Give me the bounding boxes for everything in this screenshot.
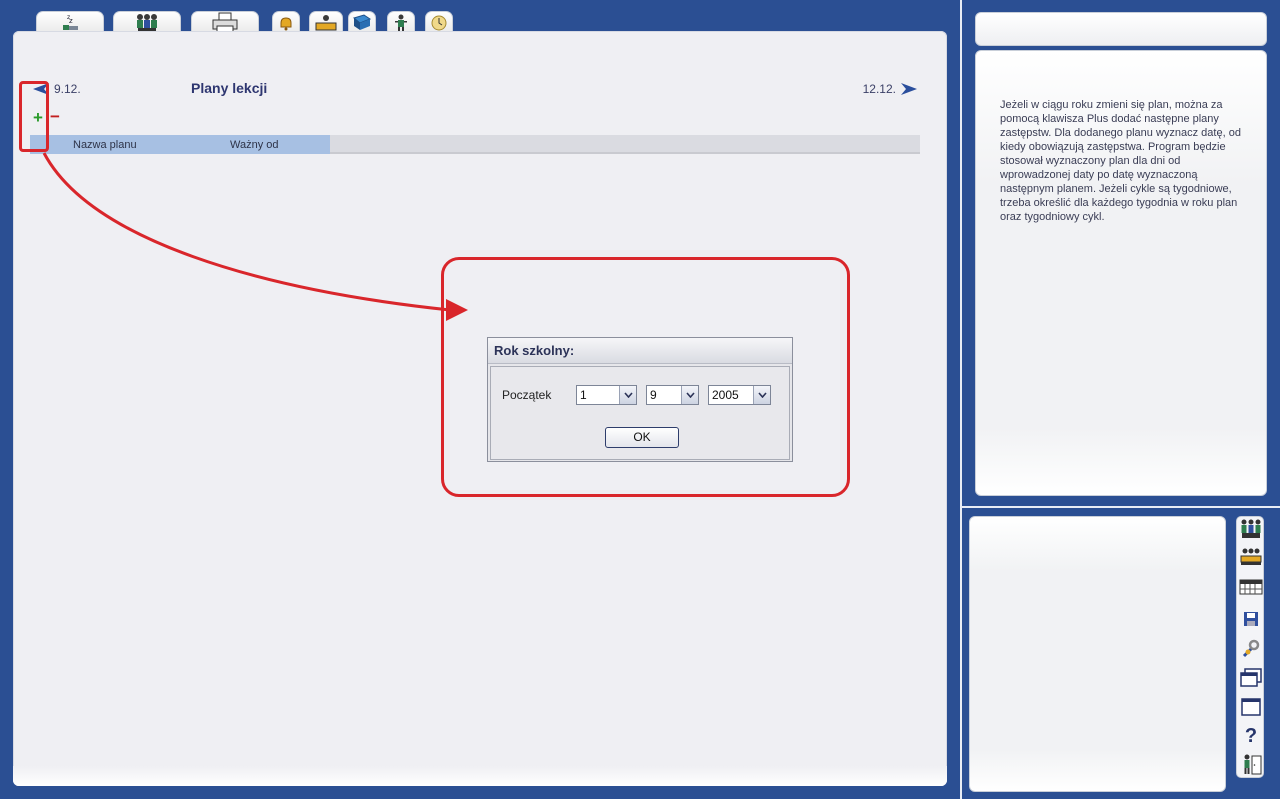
- book-icon: [352, 13, 372, 30]
- right-bottom-panel: [969, 516, 1226, 792]
- day-value: 1: [580, 388, 587, 402]
- person-tab[interactable]: [387, 11, 415, 33]
- right-top-panel: [975, 12, 1267, 46]
- windows-button[interactable]: [1239, 666, 1263, 690]
- help-panel: Jeżeli w ciągu roku zmieni się plan, moż…: [975, 50, 1267, 496]
- chevron-down-icon[interactable]: [619, 386, 636, 404]
- exit-button[interactable]: [1239, 752, 1263, 776]
- side-toolbar: ?: [1236, 516, 1264, 778]
- plans-table-header: Nazwa planu Ważny od: [30, 135, 920, 154]
- column-valid-from[interactable]: Ważny od: [230, 139, 279, 151]
- dialog-title: Rok szkolny:: [488, 338, 792, 364]
- svg-text:z: z: [69, 17, 73, 25]
- settings-button[interactable]: [1239, 637, 1263, 661]
- remove-plan-button[interactable]: −: [50, 108, 60, 125]
- teachers-icon: [1241, 519, 1261, 538]
- bell-icon: [280, 16, 292, 30]
- desk-icon: [315, 14, 337, 30]
- save-icon: [1244, 612, 1258, 626]
- timetable-button[interactable]: [1239, 576, 1263, 600]
- year-value: 2005: [712, 388, 739, 402]
- settings-icon: [1242, 639, 1260, 658]
- dialog-body: Początek 1 9 2005 OK: [490, 366, 790, 460]
- window-button[interactable]: [1239, 695, 1263, 719]
- vertical-divider: [960, 0, 962, 799]
- day-select[interactable]: 1: [576, 385, 637, 405]
- save-button[interactable]: [1239, 607, 1263, 631]
- ok-button[interactable]: OK: [605, 427, 679, 448]
- help-text: Jeżeli w ciągu roku zmieni się plan, moż…: [1000, 99, 1241, 223]
- next-day-nav[interactable]: 12.12.: [863, 82, 918, 96]
- zzz-icon: z z: [63, 14, 78, 30]
- help-button[interactable]: ?: [1239, 724, 1263, 748]
- main-panel-footer: [13, 766, 947, 786]
- person-icon: [395, 14, 407, 32]
- sleep-tab[interactable]: z z: [36, 11, 104, 33]
- next-date[interactable]: 12.12.: [863, 82, 896, 96]
- start-label: Początek: [502, 388, 552, 402]
- desk-tab[interactable]: [309, 11, 343, 33]
- bell-tab[interactable]: [272, 11, 300, 33]
- teachers-button[interactable]: [1239, 517, 1263, 541]
- exit-icon: [1244, 754, 1262, 775]
- print-tab[interactable]: [191, 11, 259, 33]
- window-icon: [1241, 698, 1261, 716]
- callout-marker-small: [19, 81, 49, 152]
- top-tab-bar: z z: [0, 0, 960, 33]
- classes-button[interactable]: [1239, 545, 1263, 569]
- arrow-right-icon[interactable]: [900, 82, 918, 96]
- column-plan-name[interactable]: Nazwa planu: [73, 139, 137, 151]
- help-icon: ?: [1244, 724, 1258, 747]
- windows-icon: [1240, 668, 1262, 687]
- prev-date[interactable]: 9.12.: [54, 82, 81, 96]
- people-icon: [137, 13, 157, 32]
- month-select[interactable]: 9: [646, 385, 699, 405]
- page-title: Plany lekcji: [191, 80, 268, 96]
- chevron-down-icon[interactable]: [753, 386, 770, 404]
- year-select[interactable]: 2005: [708, 385, 771, 405]
- timetable-icon: [1239, 579, 1263, 595]
- school-year-dialog: Rok szkolny: Początek 1 9 2005 OK: [487, 337, 793, 462]
- classes-icon: [1240, 548, 1262, 565]
- chevron-down-icon[interactable]: [681, 386, 698, 404]
- people-tab[interactable]: [113, 11, 181, 33]
- clock-tab[interactable]: [425, 11, 453, 33]
- month-value: 9: [650, 388, 657, 402]
- horizontal-divider: [962, 506, 1280, 508]
- clock-icon: [431, 15, 447, 30]
- book-tab[interactable]: [348, 11, 376, 33]
